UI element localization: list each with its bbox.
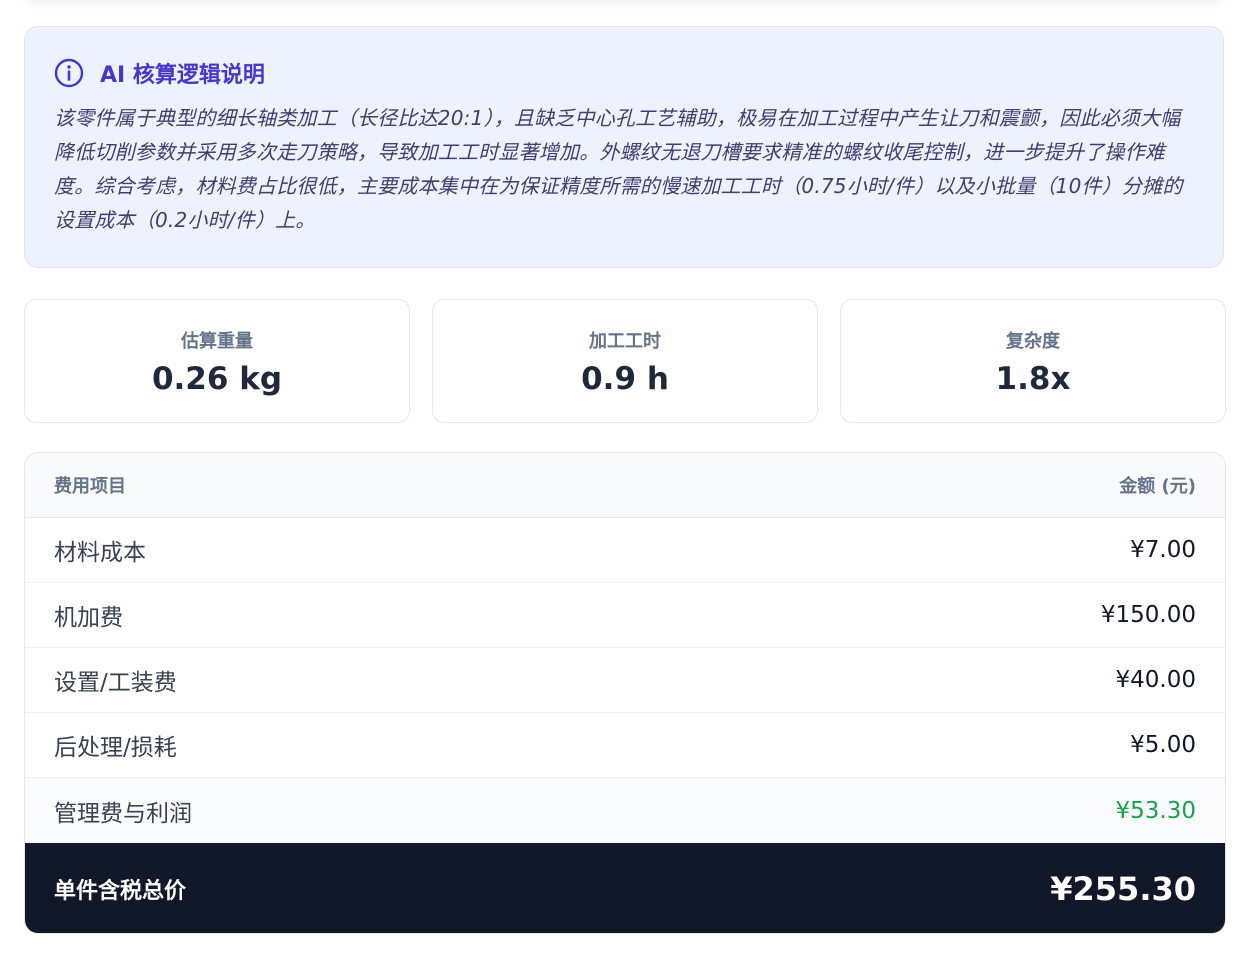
stat-card-complexity: 复杂度 1.8x	[840, 299, 1226, 423]
row-label: 管理费与利润	[54, 800, 192, 827]
stat-label: 估算重量	[181, 331, 253, 352]
stat-label: 加工工时	[589, 331, 661, 352]
total-row: 单件含税总价 ¥255.30	[25, 843, 1225, 933]
row-label: 设置/工装费	[54, 670, 177, 696]
row-amount: ¥150.00	[1100, 602, 1196, 628]
row-label: 机加费	[54, 605, 123, 631]
total-label: 单件含税总价	[54, 879, 187, 904]
row-amount: ¥5.00	[1130, 732, 1196, 758]
row-label: 后处理/损耗	[54, 735, 177, 761]
total-amount: ¥255.30	[1050, 870, 1196, 908]
table-header: 费用项目 金额 (元)	[25, 453, 1225, 518]
ai-explanation-text: 该零件属于典型的细长轴类加工（长径比达20:1），且缺乏中心孔工艺辅助，极易在加…	[54, 106, 1183, 232]
info-icon	[54, 58, 84, 88]
stat-card-hours: 加工工时 0.9 h	[432, 299, 818, 423]
stats-row: 估算重量 0.26 kg 加工工时 0.9 h 复杂度 1.8x	[24, 299, 1226, 423]
column-header-amount: 金额 (元)	[1119, 476, 1196, 497]
ai-explanation-panel: AI 核算逻辑说明 该零件属于典型的细长轴类加工（长径比达20:1），且缺乏中心…	[24, 26, 1224, 268]
table-row: 机加费 ¥150.00	[25, 583, 1225, 648]
ai-explanation-title: AI 核算逻辑说明	[100, 63, 265, 88]
ai-explanation-header: AI 核算逻辑说明	[54, 55, 1195, 91]
column-header-item: 费用项目	[54, 476, 126, 497]
row-amount: ¥7.00	[1130, 537, 1196, 563]
stat-card-weight: 估算重量 0.26 kg	[24, 299, 410, 423]
table-row: 后处理/损耗 ¥5.00	[25, 713, 1225, 778]
stat-value: 0.26 kg	[151, 361, 283, 397]
row-amount: ¥40.00	[1115, 667, 1196, 693]
stat-value: 1.8x	[995, 361, 1071, 397]
stat-value: 0.9 h	[581, 361, 669, 397]
table-row-profit: 管理费与利润 ¥53.30	[25, 778, 1225, 843]
row-amount: ¥53.30	[1115, 797, 1196, 824]
table-row: 材料成本 ¥7.00	[25, 518, 1225, 583]
row-label: 材料成本	[54, 540, 146, 566]
table-row: 设置/工装费 ¥40.00	[25, 648, 1225, 713]
stat-label: 复杂度	[1006, 331, 1060, 352]
cost-table: 费用项目 金额 (元) 材料成本 ¥7.00 机加费 ¥150.00 设置/工装…	[24, 452, 1226, 934]
